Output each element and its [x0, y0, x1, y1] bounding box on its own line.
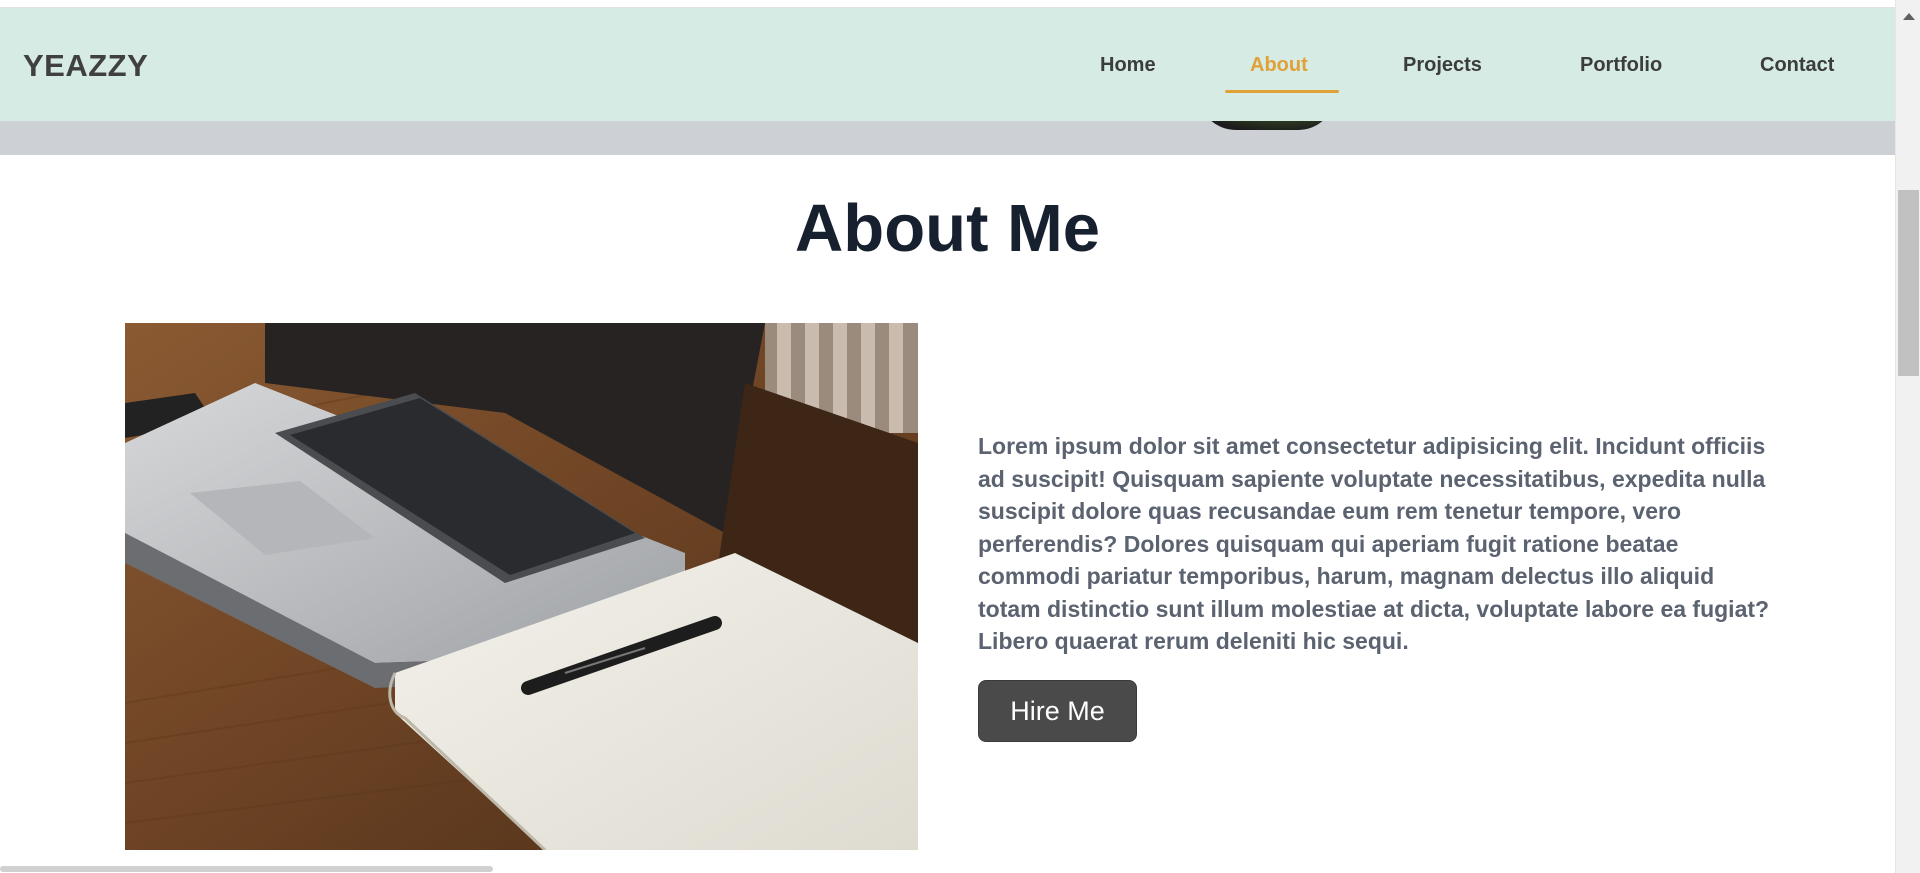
scroll-up-arrow-icon[interactable] — [1903, 13, 1915, 20]
nav-portfolio[interactable]: Portfolio — [1580, 54, 1662, 77]
about-image — [125, 323, 918, 850]
nav-about[interactable]: About — [1250, 54, 1308, 77]
hero-section-bottom — [0, 121, 1895, 155]
navbar: YEAZZY Home About Projects Portfolio Con… — [0, 8, 1895, 121]
vertical-scrollbar[interactable] — [1895, 0, 1920, 873]
scrollbar-thumb[interactable] — [1898, 190, 1919, 376]
nav-home[interactable]: Home — [1100, 54, 1156, 77]
browser-top-edge — [0, 0, 1895, 8]
nav-contact[interactable]: Contact — [1760, 54, 1834, 77]
about-title: About Me — [794, 191, 1101, 266]
site-logo[interactable]: YEAZZY — [23, 48, 148, 84]
page-viewport: YEAZZY Home About Projects Portfolio Con… — [0, 0, 1895, 873]
hire-me-button[interactable]: Hire Me — [978, 680, 1137, 742]
laptop-notebook-photo-icon — [125, 323, 918, 850]
nav-projects[interactable]: Projects — [1403, 54, 1482, 77]
about-paragraph: Lorem ipsum dolor sit amet consectetur a… — [978, 433, 1770, 654]
horizontal-scrollbar[interactable] — [0, 866, 493, 872]
active-nav-indicator — [1225, 90, 1339, 93]
